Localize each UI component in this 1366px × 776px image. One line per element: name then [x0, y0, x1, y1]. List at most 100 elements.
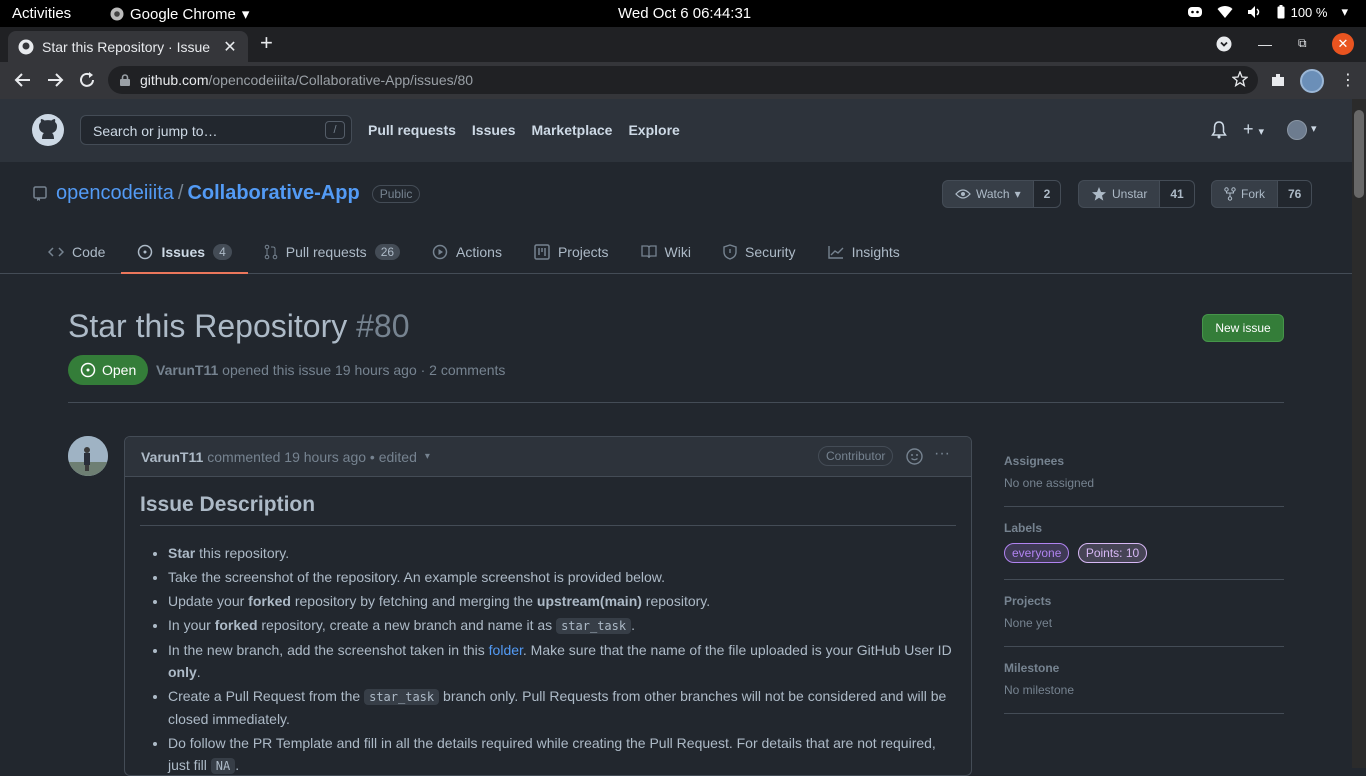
page-scrollbar[interactable]: [1352, 99, 1366, 768]
book-icon: [640, 245, 657, 259]
create-new-icon[interactable]: + ▾: [1243, 119, 1264, 140]
smiley-icon[interactable]: [906, 448, 923, 465]
star-count[interactable]: 41: [1160, 180, 1195, 208]
scrollbar-thumb[interactable]: [1354, 110, 1364, 198]
more-options-icon[interactable]: ···: [934, 445, 950, 463]
unstar-label: Unstar: [1112, 187, 1148, 201]
issue-author-link[interactable]: VarunT11: [156, 362, 218, 378]
forward-icon[interactable]: [46, 71, 64, 89]
minimize-icon[interactable]: —: [1258, 36, 1272, 52]
issues-count: 4: [213, 244, 232, 260]
issue-opened-text: opened this issue 19 hours ago · 2 comme…: [222, 362, 506, 378]
label-points[interactable]: Points: 10: [1077, 543, 1148, 563]
tab-pull-requests[interactable]: Pull requests 26: [248, 230, 416, 274]
labels-section[interactable]: Labels everyone Points: 10: [1004, 507, 1284, 580]
back-icon[interactable]: [14, 71, 32, 89]
profile-avatar[interactable]: [1300, 69, 1324, 93]
nav-explore[interactable]: Explore: [628, 122, 679, 138]
play-icon: [432, 244, 448, 260]
comment-meta[interactable]: commented 19 hours ago • edited: [207, 449, 417, 465]
list-item: In the new branch, add the screenshot ta…: [168, 639, 956, 683]
battery-icon: [1277, 5, 1285, 19]
app-menu[interactable]: Google Chrome ▾: [110, 5, 249, 23]
tab-actions[interactable]: Actions: [416, 230, 518, 274]
watch-button[interactable]: Watch ▾: [942, 180, 1034, 208]
code-icon: [48, 246, 64, 258]
list-item: Do follow the PR Template and fill in al…: [168, 732, 956, 775]
comment-body: Issue Description Star this repository. …: [125, 477, 971, 775]
unstar-button[interactable]: Unstar: [1078, 180, 1161, 208]
wifi-icon: [1217, 5, 1233, 19]
tab-search-icon[interactable]: [1216, 36, 1232, 52]
bold-text: Star: [168, 545, 196, 561]
repo-title: opencodeiiita / Collaborative-App Public: [56, 182, 421, 205]
commenter-avatar[interactable]: [68, 436, 108, 476]
list-item: Star this repository.: [168, 542, 956, 564]
item-text: . Make sure that the name of the file up…: [522, 642, 952, 658]
browser-tab[interactable]: Star this Repository · Issue ✕: [8, 31, 248, 62]
star-group: Unstar 41: [1078, 180, 1195, 208]
issue-state-badge: Open: [68, 355, 149, 385]
milestone-section[interactable]: Milestone No milestone: [1004, 647, 1284, 714]
issue-title: Star this Repository #80: [68, 308, 410, 345]
fork-label: Fork: [1241, 187, 1265, 201]
bold-text: upstream(main): [536, 593, 642, 609]
chevron-down-icon[interactable]: ▾: [1311, 122, 1317, 135]
url-host: github.com: [140, 72, 209, 88]
activities-button[interactable]: Activities: [12, 5, 71, 22]
bold-text: forked: [248, 593, 291, 609]
reload-icon[interactable]: [78, 71, 96, 89]
watch-count[interactable]: 2: [1033, 180, 1062, 208]
extensions-icon[interactable]: [1270, 72, 1286, 88]
restore-icon[interactable]: ⧉: [1298, 36, 1307, 51]
repo-icon: [33, 186, 47, 202]
fork-group: Fork 76: [1211, 180, 1313, 208]
projects-section[interactable]: Projects None yet: [1004, 580, 1284, 647]
folder-link[interactable]: folder: [489, 642, 523, 658]
assignees-value: No one assigned: [1004, 476, 1095, 490]
repo-name-link[interactable]: Collaborative-App: [187, 182, 359, 205]
search-shortcut-key: /: [325, 121, 345, 139]
close-tab-icon[interactable]: ✕: [222, 37, 238, 57]
app-name: Google Chrome: [130, 5, 236, 23]
tab-wiki[interactable]: Wiki: [625, 230, 707, 274]
bookmark-star-icon[interactable]: [1232, 71, 1248, 87]
nav-pull-requests[interactable]: Pull requests: [368, 122, 456, 138]
tab-security[interactable]: Security: [707, 230, 812, 274]
fork-count[interactable]: 76: [1278, 180, 1313, 208]
list-item: Take the screenshot of the repository. A…: [168, 566, 956, 588]
notification-bell-icon[interactable]: [1211, 121, 1227, 139]
global-nav: Pull requests Issues Marketplace Explore: [368, 122, 680, 138]
repo-header: opencodeiiita / Collaborative-App Public…: [0, 162, 1352, 274]
system-tray[interactable]: 100 % ▾: [1187, 4, 1348, 20]
github-logo-icon[interactable]: [32, 114, 64, 146]
window-close-button[interactable]: ✕: [1332, 33, 1354, 55]
tab-code[interactable]: Code: [32, 230, 121, 274]
browser-menu-icon[interactable]: ⋮: [1340, 70, 1356, 90]
new-tab-button[interactable]: +: [260, 32, 273, 54]
milestone-value: No milestone: [1004, 683, 1075, 697]
user-avatar[interactable]: [1287, 120, 1307, 140]
tab-insights[interactable]: Insights: [812, 230, 916, 274]
new-issue-button[interactable]: New issue: [1202, 314, 1284, 342]
tab-projects[interactable]: Projects: [518, 230, 625, 274]
comment-header: VarunT11 commented 19 hours ago • edited…: [125, 437, 971, 477]
chevron-down-icon[interactable]: ▾: [425, 451, 430, 462]
clock[interactable]: Wed Oct 6 06:44:31: [618, 5, 751, 22]
comment-author-link[interactable]: VarunT11: [141, 449, 203, 465]
bold-text: forked: [214, 617, 258, 633]
label-everyone[interactable]: everyone: [1004, 543, 1070, 563]
fork-button[interactable]: Fork: [1211, 180, 1278, 208]
item-text: repository, create a new branch and name…: [257, 617, 557, 633]
nav-marketplace[interactable]: Marketplace: [532, 122, 613, 138]
nav-issues[interactable]: Issues: [472, 122, 516, 138]
assignees-section[interactable]: Assignees No one assigned: [1004, 440, 1284, 507]
tab-label: Code: [72, 244, 106, 260]
list-item: Create a Pull Request from the star_task…: [168, 685, 956, 730]
github-favicon-icon: [18, 39, 34, 55]
tab-issues[interactable]: Issues 4: [121, 230, 249, 274]
lock-icon[interactable]: [120, 74, 130, 86]
search-input[interactable]: Search or jump to… /: [80, 115, 352, 145]
address-bar[interactable]: github.com/opencodeiiita/Collaborative-A…: [108, 66, 1258, 94]
repo-owner-link[interactable]: opencodeiiita: [56, 182, 174, 205]
